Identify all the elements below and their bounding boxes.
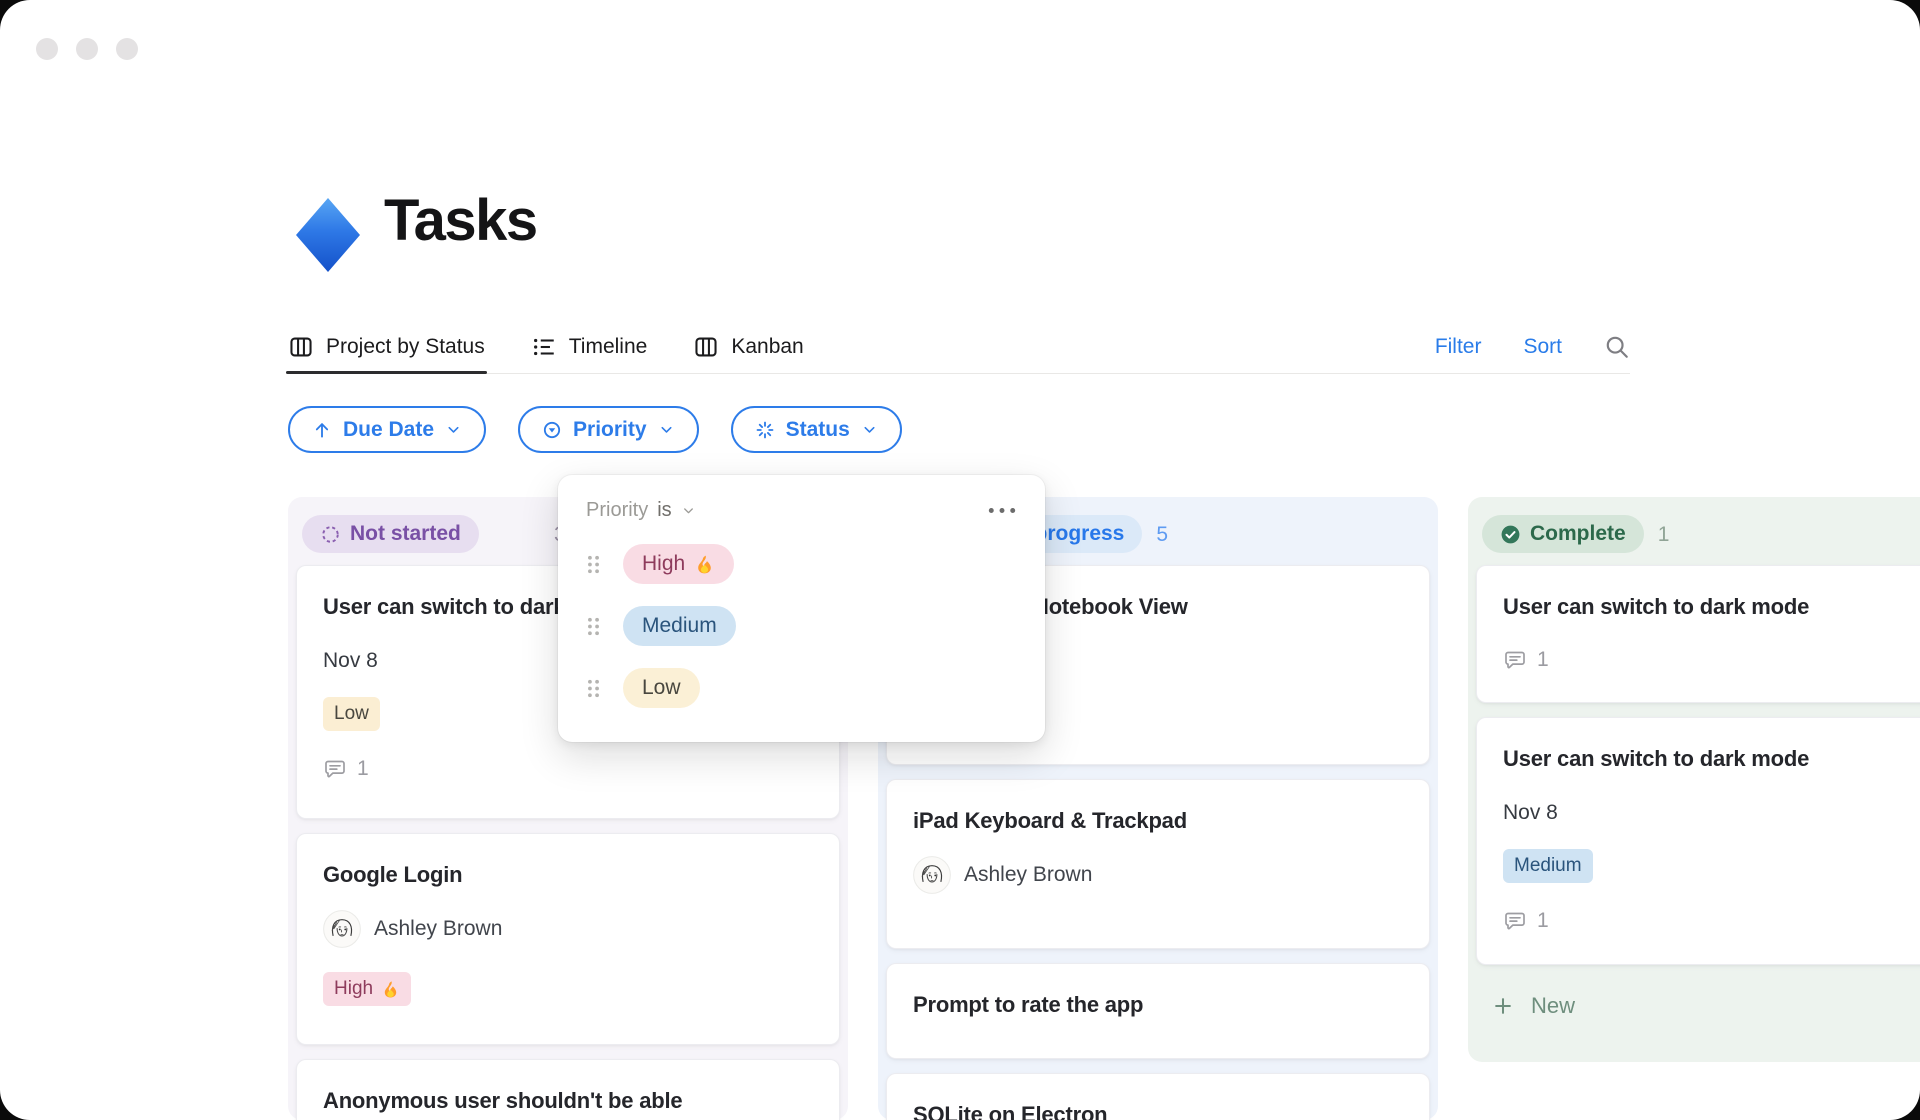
chip-label: Priority <box>573 417 647 441</box>
filter-chip-row: Due Date Priority Status <box>288 406 902 453</box>
priority-option-low[interactable]: Low <box>586 668 1017 708</box>
task-card[interactable]: Prompt to rate the app <box>886 963 1430 1059</box>
task-card[interactable]: User can switch to dark mode 1 <box>1476 565 1920 703</box>
popover-property-label: Priority <box>586 499 649 521</box>
flame-icon <box>694 554 715 575</box>
chevron-down-icon <box>681 503 696 518</box>
chevron-down-icon <box>658 421 675 438</box>
priority-badge-high: High <box>323 972 412 1006</box>
card-title: User can switch to dark mode <box>1503 746 1810 771</box>
tab-kanban[interactable]: Kanban <box>693 321 804 373</box>
tab-label: Project by Status <box>326 335 485 358</box>
chip-label: Due Date <box>343 417 435 441</box>
card-title: Notebook View <box>1033 594 1188 619</box>
priority-filter-popover: Priority is High Medium Low <box>558 475 1045 742</box>
card-title: Google Login <box>323 862 463 887</box>
chip-status[interactable]: Status <box>730 406 902 453</box>
card-title: Prompt to rate the app <box>913 992 1144 1017</box>
board-icon <box>693 334 719 360</box>
column-count: 5 <box>1156 523 1169 546</box>
card-due-date: Nov 8 <box>1503 801 1558 824</box>
arrow-up-icon <box>312 420 332 440</box>
assignee-name: Ashley Brown <box>964 863 1093 886</box>
card-title: Anonymous user shouldn't be able <box>323 1088 683 1113</box>
comment-count: 1 <box>1503 648 1920 672</box>
card-title: SQLite on Electron <box>913 1102 1108 1120</box>
card-title: User can switch to dark mode <box>1503 594 1810 619</box>
flame-icon <box>381 980 400 999</box>
page-title: Tasks <box>384 188 538 253</box>
status-badge-complete[interactable]: Complete <box>1482 515 1644 553</box>
avatar <box>913 856 951 894</box>
comment-count: 1 <box>1503 909 1920 933</box>
new-card-button[interactable]: New <box>1476 979 1920 1033</box>
window-dot-icon <box>76 38 98 60</box>
comment-icon <box>1503 648 1527 672</box>
more-options-icon[interactable] <box>987 506 1017 515</box>
priority-badge-medium: Medium <box>1503 849 1593 883</box>
card-title: iPad Keyboard & Trackpad <box>913 808 1187 833</box>
drag-handle-icon[interactable] <box>586 554 601 575</box>
window-dot-icon <box>36 38 58 60</box>
window-controls <box>36 38 138 60</box>
column-header: Complete 1 <box>1476 505 1920 565</box>
task-card[interactable]: Google Login Ashley Brown High <box>296 833 840 1045</box>
filter-button[interactable]: Filter <box>1435 335 1482 359</box>
task-card[interactable]: SQLite on Electron <box>886 1073 1430 1120</box>
assignee: Ashley Brown <box>913 856 1403 894</box>
tab-label: Kanban <box>731 335 804 358</box>
timeline-icon <box>531 334 557 360</box>
sort-button[interactable]: Sort <box>1523 335 1562 359</box>
app-window: Tasks Project by Status Timeline Kanban … <box>0 0 1920 1120</box>
popover-operator[interactable]: is <box>657 499 671 522</box>
priority-option-high[interactable]: High <box>586 544 1017 584</box>
check-circle-icon <box>1500 524 1521 545</box>
tab-project-by-status[interactable]: Project by Status <box>286 321 487 374</box>
chip-priority[interactable]: Priority <box>518 406 699 453</box>
avatar <box>323 910 361 948</box>
chevron-down-icon <box>861 421 878 438</box>
plus-icon <box>1492 995 1514 1017</box>
drag-handle-icon[interactable] <box>586 678 601 699</box>
task-card[interactable]: Anonymous user shouldn't be able <box>296 1059 840 1120</box>
comment-count: 1 <box>323 757 813 781</box>
drag-handle-icon[interactable] <box>586 616 601 637</box>
assignee-name: Ashley Brown <box>374 917 503 940</box>
view-tab-bar: Project by Status Timeline Kanban Filter… <box>286 321 1630 374</box>
comment-icon <box>323 757 347 781</box>
board-icon <box>288 334 314 360</box>
column-complete: Complete 1 User can switch to dark mode … <box>1468 497 1920 1062</box>
spinner-icon <box>755 420 775 440</box>
tab-label: Timeline <box>568 335 648 358</box>
tab-timeline[interactable]: Timeline <box>531 321 648 373</box>
priority-circle-icon <box>542 420 562 440</box>
window-dot-icon <box>116 38 138 60</box>
task-card[interactable]: User can switch to dark mode Nov 8 Mediu… <box>1476 717 1920 965</box>
priority-badge-low: Low <box>323 697 380 731</box>
chip-label: Status <box>785 417 850 441</box>
task-card[interactable]: iPad Keyboard & Trackpad Ashley Brown <box>886 779 1430 949</box>
chevron-down-icon <box>445 421 462 438</box>
dashed-circle-icon <box>320 524 341 545</box>
search-button[interactable] <box>1604 334 1630 360</box>
status-badge-not-started[interactable]: Not started <box>302 515 479 553</box>
comment-icon <box>1503 909 1527 933</box>
search-icon <box>1604 334 1630 360</box>
blue-diamond-icon <box>296 198 360 272</box>
priority-option-medium[interactable]: Medium <box>586 606 1017 646</box>
chip-due-date[interactable]: Due Date <box>288 406 487 453</box>
assignee: Ashley Brown <box>323 910 813 948</box>
column-count: 1 <box>1657 523 1670 546</box>
